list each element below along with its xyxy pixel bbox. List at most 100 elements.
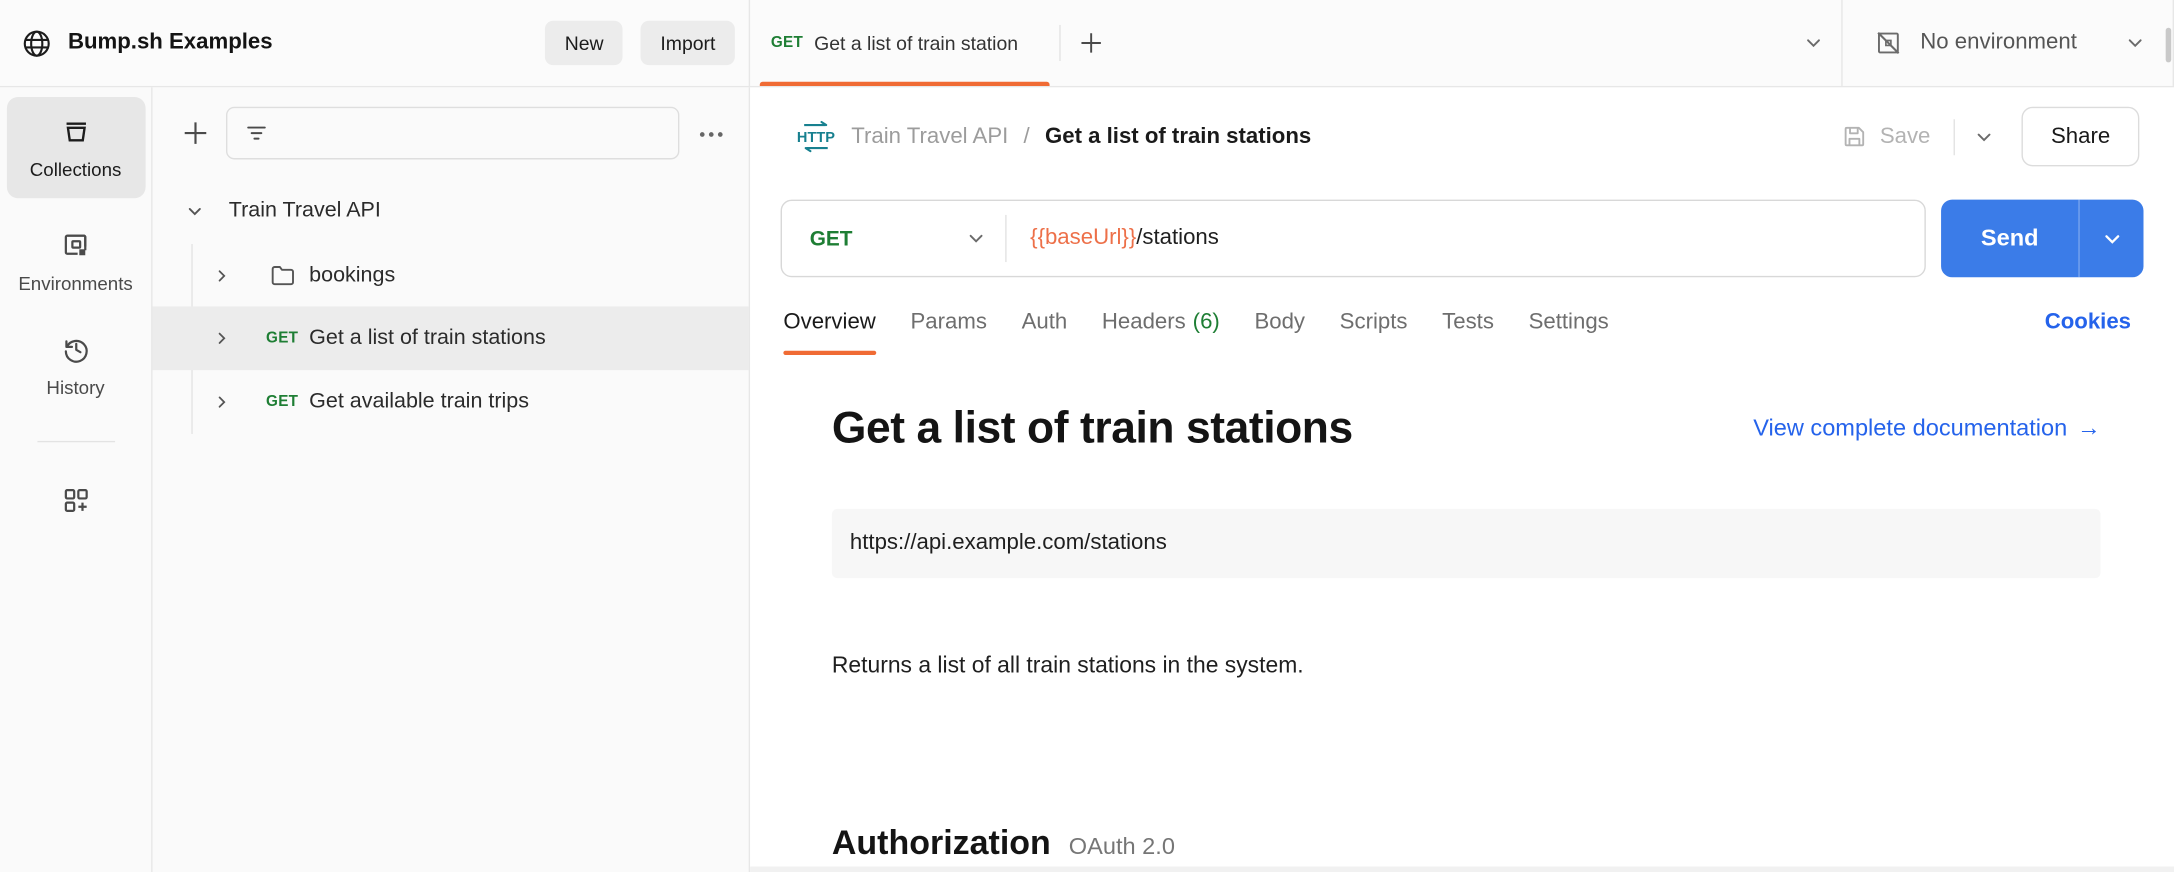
import-button[interactable]: Import (640, 20, 735, 66)
breadcrumb-separator: / (1023, 124, 1030, 148)
request-tab-active[interactable]: GET Get a list of train station (750, 0, 1060, 86)
page-title: Get a list of train stations (831, 402, 1353, 452)
url-path: /stations (1136, 225, 1219, 250)
request-header-row: HTTP Train Travel API / Get a list of tr… (750, 87, 2174, 185)
tab-auth[interactable]: Auth (1022, 287, 1068, 358)
history-icon (59, 333, 92, 366)
scrollbar-thumb[interactable] (2165, 27, 2172, 63)
svg-text:HTTP: HTTP (797, 130, 835, 146)
environments-icon (59, 229, 92, 262)
request-tab-title: Get a list of train station (814, 31, 1019, 55)
request-sub-tabs: Overview Params Auth Headers (6) Body Sc… (750, 287, 2174, 358)
tab-divider (1059, 24, 1062, 62)
rail-item-label: Collections (29, 159, 122, 181)
arrow-right-icon: → (2076, 413, 2101, 441)
rail-item-history[interactable]: History (6, 333, 145, 398)
active-tab-underline (759, 81, 1050, 86)
workspace-header: Bump.sh Examples New Import (0, 0, 751, 86)
http-badge-icon: HTTP (794, 120, 837, 153)
rail-item-label: History (46, 377, 105, 398)
app-window: Bump.sh Examples New Import GET Get a li… (0, 0, 2174, 872)
folder-icon (265, 261, 300, 292)
rail-item-collections[interactable]: Collections (6, 97, 145, 199)
share-button[interactable]: Share (2021, 106, 2140, 167)
tree-item-collection-root[interactable]: Train Travel API (153, 184, 749, 237)
workspace-title: Bump.sh Examples (67, 30, 273, 55)
filter-icon (244, 121, 269, 146)
request-name: Get a list of train stations (309, 325, 546, 350)
header-divider (1953, 118, 1956, 155)
send-options-chevron-icon[interactable] (2080, 200, 2144, 278)
method-dropdown[interactable]: GET (782, 226, 1005, 251)
folder-name: bookings (309, 263, 396, 288)
collection-name: Train Travel API (228, 198, 381, 222)
workspace-actions: New Import (545, 20, 735, 66)
save-options-chevron-icon[interactable] (1975, 127, 1994, 146)
breadcrumb-collection[interactable]: Train Travel API (851, 124, 1008, 149)
collections-sidebar: Train Travel API bookings GET Get a list… (152, 87, 751, 872)
send-button[interactable]: Send (1941, 199, 2080, 278)
chevron-right-icon (214, 330, 231, 347)
add-collection-button[interactable] (182, 119, 210, 147)
new-tab-button[interactable] (1079, 31, 1104, 56)
tab-scripts[interactable]: Scripts (1340, 287, 1408, 358)
endpoint-description: Returns a list of all train stations in … (831, 653, 1304, 678)
tab-list-chevron-icon[interactable] (1804, 33, 1823, 52)
cookies-link[interactable]: Cookies (2045, 310, 2131, 335)
request-name: Get available train trips (309, 389, 529, 414)
tab-body[interactable]: Body (1254, 287, 1305, 358)
chevron-right-icon (214, 268, 231, 285)
tree-item-request-selected[interactable]: GET Get a list of train stations (152, 306, 749, 371)
view-documentation-link[interactable]: View complete documentation → (1753, 414, 2100, 442)
request-url-row: GET {{baseUrl}}/stations Send (780, 199, 2144, 278)
url-input[interactable]: {{baseUrl}}/stations (1007, 226, 1219, 251)
request-tab-strip: GET Get a list of train station (750, 0, 1841, 86)
tab-tests[interactable]: Tests (1442, 287, 1494, 358)
rail-divider (36, 440, 115, 443)
url-box: GET {{baseUrl}}/stations (780, 199, 1926, 278)
authorization-title: Authorization (831, 824, 1051, 863)
method-value: GET (809, 226, 853, 251)
overview-content: Get a list of train stations View comple… (831, 358, 2101, 872)
tab-settings[interactable]: Settings (1529, 287, 1609, 358)
save-label: Save (1879, 124, 1931, 148)
headers-count-badge: (6) (1192, 309, 1220, 334)
breadcrumb-current: Get a list of train stations (1044, 124, 1312, 148)
add-panel-icon[interactable] (59, 484, 92, 517)
request-tab-method: GET (770, 34, 804, 52)
tree-item-folder[interactable]: bookings (153, 248, 749, 303)
overview-title-row: Get a list of train stations View comple… (832, 402, 2101, 453)
bottom-scroll-strip (750, 866, 2174, 872)
save-icon (1841, 123, 1867, 149)
rail-item-label: Environments (18, 273, 133, 294)
search-input[interactable] (280, 122, 678, 145)
endpoint-url-block: https://api.example.com/stations (831, 508, 2101, 579)
sidebar-search-box[interactable] (225, 106, 680, 160)
chevron-right-icon (214, 394, 231, 411)
collections-icon (59, 115, 92, 148)
sidebar-more-options-icon[interactable] (697, 121, 725, 149)
authorization-section: Authorization OAuth 2.0 (832, 825, 1175, 864)
environment-label: No environment (1920, 30, 2077, 55)
workspace-globe-icon (21, 27, 53, 59)
save-button[interactable]: Save (1841, 123, 1930, 149)
tab-active-underline (783, 350, 876, 355)
tab-params[interactable]: Params (910, 287, 986, 358)
chevron-down-icon (186, 202, 204, 220)
environment-chevron-icon (2125, 33, 2144, 52)
url-variable: {{baseUrl}} (1030, 225, 1137, 250)
top-bar: Bump.sh Examples New Import GET Get a li… (0, 0, 2174, 88)
authorization-type: OAuth 2.0 (1068, 833, 1175, 860)
environment-selector[interactable]: No environment (1841, 0, 2174, 86)
tab-overview[interactable]: Overview (783, 287, 876, 358)
tree-item-request[interactable]: GET Get available train trips (153, 370, 749, 434)
breadcrumb: HTTP Train Travel API / Get a list of tr… (794, 120, 1312, 153)
request-panel: HTTP Train Travel API / Get a list of tr… (750, 87, 2174, 872)
method-badge: GET (266, 393, 299, 411)
left-icon-rail: Collections Environments History (0, 87, 153, 872)
method-badge: GET (266, 329, 299, 347)
tab-headers[interactable]: Headers (6) (1102, 287, 1220, 358)
method-chevron-icon (966, 229, 985, 248)
rail-item-environments[interactable]: Environments (6, 229, 145, 294)
new-button[interactable]: New (545, 20, 623, 66)
